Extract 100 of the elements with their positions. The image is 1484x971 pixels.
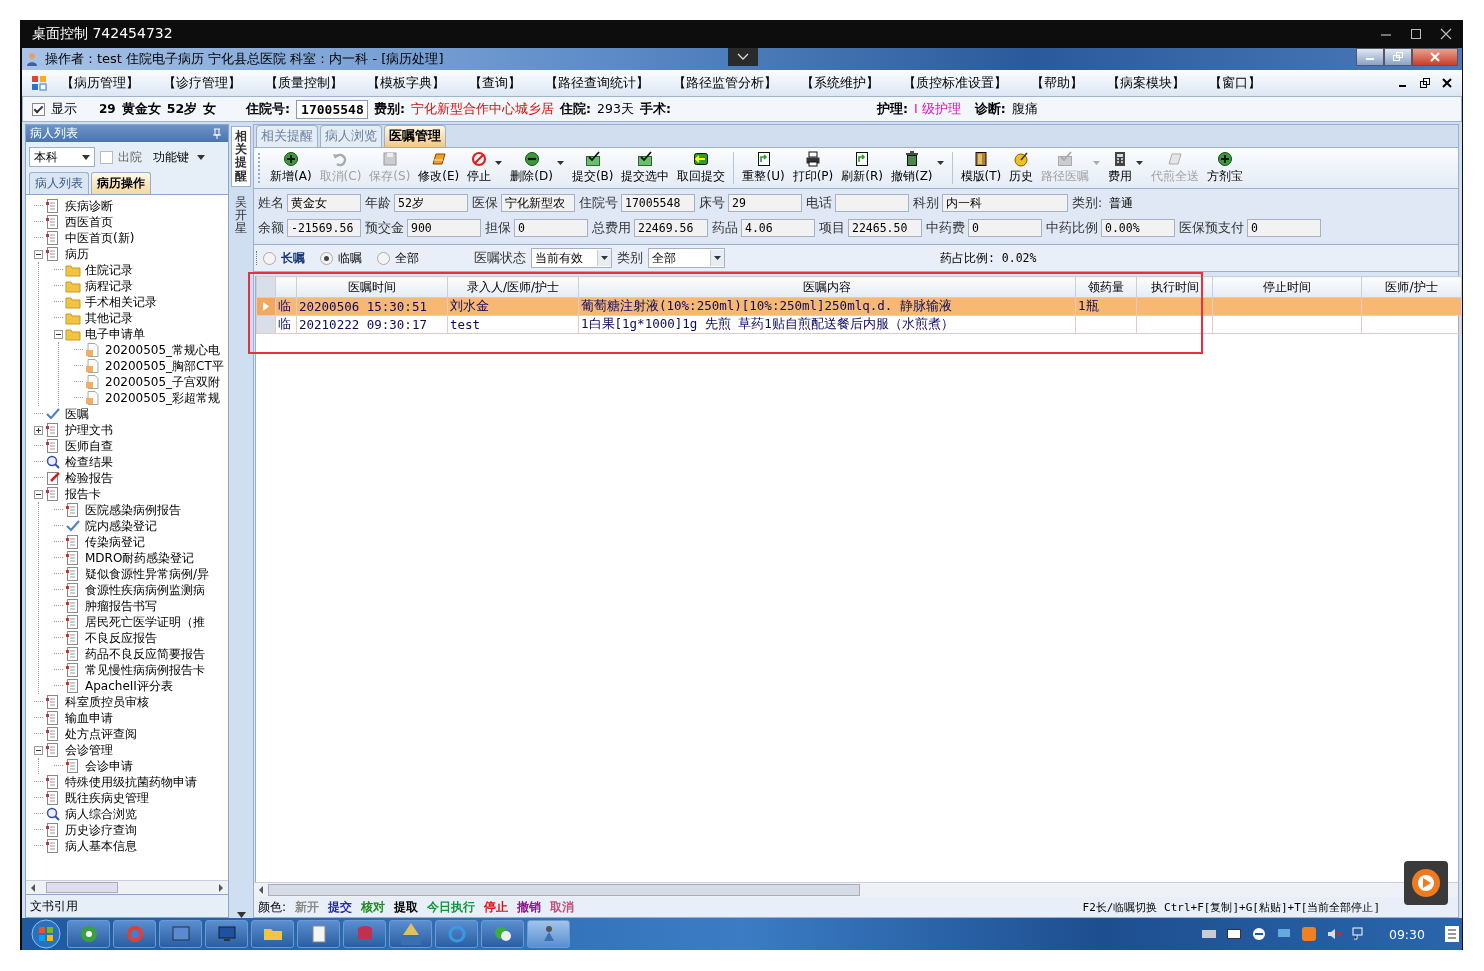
tree-item[interactable]: 医师自查 — [63, 437, 113, 455]
tab[interactable]: 相关提醒 — [256, 125, 318, 147]
input-field[interactable]: 0 — [514, 219, 588, 237]
menu-item[interactable]: 【诊疗管理】 — [151, 74, 253, 92]
tree-item[interactable]: 护理文书 — [63, 421, 113, 439]
tree-item[interactable]: 不良反应报告 — [83, 629, 157, 647]
toolbar-button[interactable]: 费用 — [1104, 149, 1137, 187]
panel-tab[interactable]: 病历操作 — [91, 172, 151, 194]
input-field[interactable]: 黄金女 — [287, 194, 361, 212]
tree-item[interactable]: 其他记录 — [83, 309, 133, 327]
table-row[interactable]: 临 20210222 09:30:17 test 1白果[1g*1000]1g 先煎 草药1贴自煎配送餐后内服（水煎煮） — [256, 315, 1462, 334]
taskbar-button[interactable] — [481, 920, 524, 948]
tree-item[interactable]: 疾病诊断 — [63, 197, 113, 215]
input-field[interactable]: 22465.50 — [848, 219, 922, 237]
tree-item[interactable]: 疑似食源性异常病例/异 — [83, 565, 210, 583]
radio-label[interactable]: 全部 — [395, 249, 419, 267]
tree-item[interactable]: 病人基本信息 — [63, 837, 137, 855]
tree-item[interactable]: 西医首页 — [63, 213, 113, 231]
tree-item[interactable]: 肿瘤报告书写 — [83, 597, 157, 615]
input-field[interactable]: -21569.56 — [287, 219, 361, 237]
radio-button[interactable] — [320, 251, 333, 265]
maximize-icon[interactable] — [1409, 27, 1423, 41]
collapse-button[interactable] — [728, 48, 758, 66]
tree-item[interactable]: 检查结果 — [63, 453, 113, 471]
column-header[interactable]: 医嘱内容 — [578, 276, 1076, 298]
input-field[interactable]: 900 — [407, 219, 481, 237]
caret-icon[interactable] — [495, 161, 503, 165]
menu-item[interactable]: 【模板字典】 — [355, 74, 457, 92]
toolbar-button[interactable]: 提交选中 — [617, 149, 674, 187]
tree-item[interactable]: 会诊申请 — [83, 757, 133, 775]
tree-item[interactable]: 手术相关记录 — [83, 293, 157, 311]
toolbar-button[interactable]: 新增(A) — [266, 149, 316, 187]
tree-item[interactable]: 药品不良反应简要报告 — [83, 645, 205, 663]
tree-item[interactable]: 检验报告 — [63, 469, 113, 487]
side-tab[interactable]: 相关提醒 — [231, 126, 251, 187]
speaker-muted-icon[interactable] — [1325, 926, 1342, 942]
column-header[interactable]: 医嘱时间 — [296, 276, 448, 298]
column-header[interactable]: 录入人/医师/护士 — [447, 276, 579, 298]
app-icon[interactable] — [1300, 926, 1317, 942]
menu-item[interactable]: 【病历管理】 — [47, 74, 151, 92]
input-field[interactable]: 0.00% — [1101, 219, 1175, 237]
tree-item[interactable]: 病历 — [63, 245, 89, 263]
menu-item[interactable]: 【病案模块】 — [1095, 74, 1197, 92]
tree-item[interactable]: 20200505_彩超常规 — [103, 389, 221, 407]
restore-icon[interactable] — [1420, 78, 1430, 88]
tree-item[interactable]: 电子申请单 — [83, 325, 145, 343]
window-icon[interactable] — [1225, 926, 1242, 942]
menu-item[interactable]: 【质控标准设置】 — [891, 74, 1019, 92]
restore-button[interactable] — [1384, 48, 1412, 66]
tree-item[interactable]: 中医首页(新) — [63, 229, 135, 247]
close-icon[interactable] — [1439, 27, 1453, 41]
input-field[interactable]: 宁化新型农 — [501, 194, 575, 212]
column-header[interactable]: 医师/护士 — [1361, 276, 1462, 298]
toolbar-button[interactable]: 撤销(Z) — [886, 149, 937, 187]
collapse-icon[interactable] — [34, 249, 43, 259]
input-field[interactable] — [835, 194, 909, 212]
close-button[interactable] — [1412, 48, 1458, 66]
taskbar-button[interactable] — [389, 920, 432, 948]
tree-item[interactable]: 院内感染登记 — [83, 517, 157, 535]
discharged-checkbox[interactable] — [100, 150, 113, 164]
input-field[interactable]: 4.06 — [741, 219, 815, 237]
side-tab[interactable]: 吴开星 — [232, 192, 250, 239]
collapse-icon[interactable] — [34, 745, 43, 755]
input-field[interactable]: 17005548 — [621, 194, 695, 212]
collapse-icon[interactable] — [34, 489, 43, 499]
taskbar-button[interactable] — [251, 920, 294, 948]
taskbar-button[interactable] — [159, 920, 202, 948]
toolbar-button[interactable]: 历史 — [1005, 149, 1038, 187]
menu-item[interactable]: 【系统维护】 — [789, 74, 891, 92]
menu-item[interactable]: 【质量控制】 — [253, 74, 355, 92]
tree-item[interactable]: 既往疾病史管理 — [63, 789, 149, 807]
tree-item[interactable]: 病程记录 — [83, 277, 133, 295]
horizontal-scrollbar[interactable] — [26, 880, 228, 894]
scope-dropdown[interactable]: 本科 — [29, 147, 95, 167]
tree-item[interactable]: 传染病登记 — [83, 533, 145, 551]
input-field[interactable]: 0 — [968, 219, 1042, 237]
menu-item[interactable]: 【路径查询统计】 — [533, 74, 661, 92]
tab[interactable]: 病人浏览 — [320, 125, 382, 147]
toolbar-button[interactable]: 模版(T) — [956, 149, 1006, 187]
input-field[interactable]: 22469.56 — [634, 219, 708, 237]
tree-item[interactable]: 20200505_胸部CT平 — [103, 357, 224, 375]
tab[interactable]: 医嘱管理 — [384, 125, 446, 147]
toolbar-button[interactable]: 提交(B) — [567, 149, 618, 187]
caret-icon[interactable] — [936, 161, 944, 165]
input-field[interactable]: 52岁 — [394, 194, 468, 212]
input-field[interactable]: 0 — [1247, 219, 1321, 237]
start-icon[interactable] — [28, 919, 64, 949]
tree-item[interactable]: 医嘱 — [63, 405, 89, 423]
radio-label[interactable]: 长嘱 — [281, 249, 305, 267]
recorder-icon[interactable] — [1404, 861, 1448, 905]
app-menu-icon[interactable] — [31, 75, 47, 91]
menu-item[interactable]: 【帮助】 — [1019, 74, 1095, 92]
tree-item[interactable]: 住院记录 — [83, 261, 133, 279]
tree-item[interactable]: 20200505_子宫双附 — [103, 373, 221, 391]
panel-tab[interactable]: 病人列表 — [29, 172, 89, 194]
tree-item[interactable]: ApacheII评分表 — [83, 677, 173, 695]
taskbar-button[interactable] — [297, 920, 340, 948]
tree-item[interactable]: 报告卡 — [63, 485, 101, 503]
tree-item[interactable]: 20200505_常规心电 — [103, 341, 221, 359]
category-dropdown[interactable]: 全部 — [648, 248, 725, 268]
